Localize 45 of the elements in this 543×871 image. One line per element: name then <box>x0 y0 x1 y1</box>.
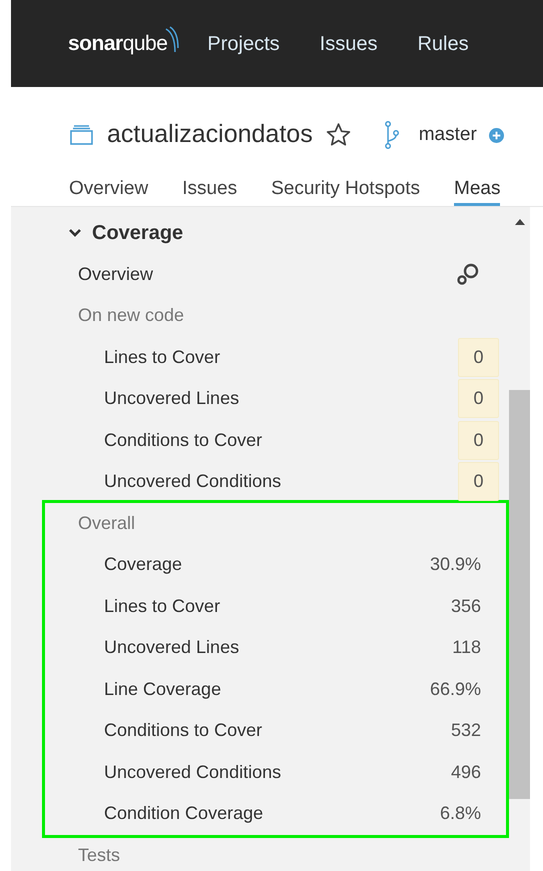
metric-value: 532 <box>450 719 481 742</box>
nav-link[interactable]: Projects <box>207 28 280 58</box>
tab[interactable]: Overview <box>69 175 148 206</box>
branch-name[interactable]: master <box>418 120 477 150</box>
tab[interactable]: Security Hotspots <box>271 175 420 206</box>
metric-value: 30.9% <box>430 553 481 576</box>
scrollbar-thumb[interactable] <box>509 390 530 799</box>
metric-name[interactable]: Conditions to Cover <box>104 717 262 744</box>
add-icon[interactable] <box>488 128 504 142</box>
project-box-icon <box>70 125 93 145</box>
metric-value: 356 <box>450 594 481 618</box>
nav-link[interactable]: Issues <box>320 28 378 58</box>
metric-name[interactable]: Line Coverage <box>104 676 222 703</box>
new-code-value: 0 <box>458 338 499 377</box>
metric-name[interactable]: Lines to Cover <box>104 592 220 620</box>
sonarqube-logo[interactable]: sonarqube <box>68 28 168 60</box>
metric-value: 118 <box>452 636 481 660</box>
metric-name[interactable]: Uncovered Lines <box>104 385 240 412</box>
metric-name[interactable]: Coverage <box>104 551 182 578</box>
metric-name[interactable]: Uncovered Conditions <box>104 758 282 786</box>
section-label: Overall <box>78 512 136 535</box>
metric-name[interactable]: Condition Coverage <box>104 800 264 828</box>
metric-value: 496 <box>450 760 481 784</box>
metric-name[interactable]: Lines to Cover <box>104 344 220 371</box>
metric-name[interactable]: Uncovered Conditions <box>104 468 282 496</box>
chevron-icon[interactable] <box>68 228 82 238</box>
bubble-chart-icon[interactable] <box>457 263 479 286</box>
metric-name[interactable]: Uncovered Lines <box>104 634 240 662</box>
domain-label[interactable]: Tests <box>78 842 120 869</box>
domain-header[interactable]: Coverage <box>11 212 509 254</box>
section-label: On new code <box>78 304 184 328</box>
scroll-up-icon[interactable] <box>514 219 524 225</box>
new-code-value: 0 <box>458 420 499 460</box>
signal-arcs-icon <box>165 26 180 54</box>
tab[interactable]: Issues <box>182 175 238 206</box>
new-code-value: 0 <box>458 379 499 418</box>
new-code-value: 0 <box>458 462 499 502</box>
overview-label[interactable]: Overview <box>78 260 154 288</box>
star-icon[interactable] <box>324 122 352 148</box>
metric-value: 66.9% <box>430 678 481 701</box>
nav-link[interactable]: Rules <box>417 28 469 58</box>
metric-name[interactable]: Conditions to Cover <box>104 426 262 454</box>
project-name: actualizaciondatos <box>107 119 313 150</box>
branch-icon <box>384 121 400 149</box>
metric-value: 6.8% <box>440 802 481 826</box>
